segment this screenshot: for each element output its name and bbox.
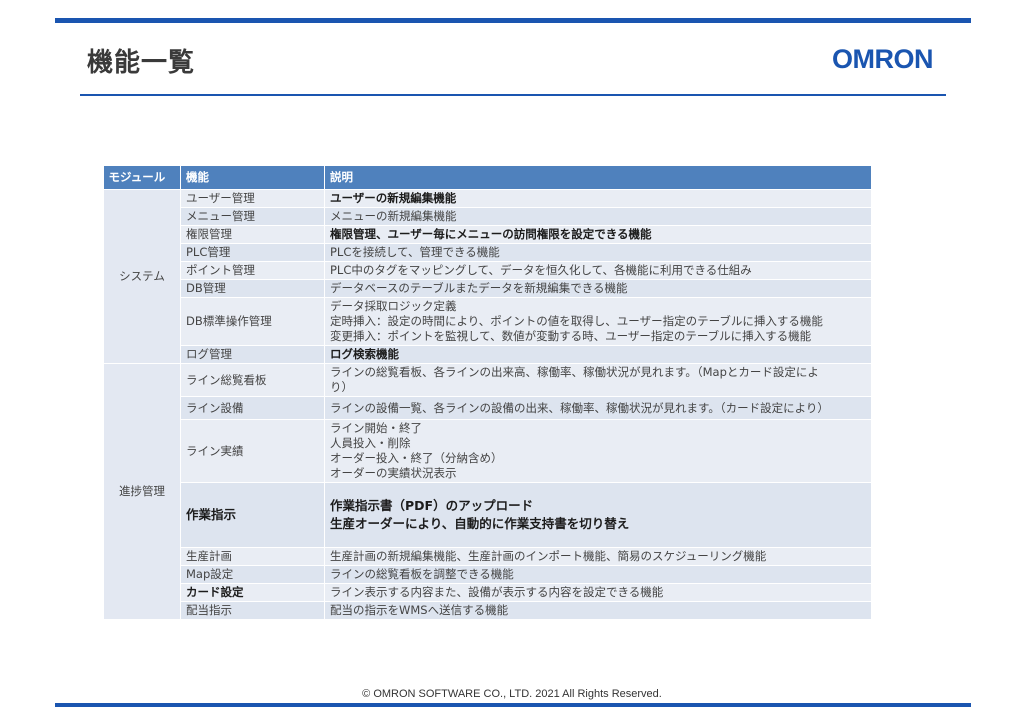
table-row: 配当指示 配当の指示をWMSへ送信する機能 <box>104 601 871 619</box>
function-name: ライン実績 <box>180 419 325 483</box>
function-description: ログ検索機能 <box>324 345 871 364</box>
description-line: ライン開始・終了 <box>330 421 422 435</box>
description-line: ラインの総覧看板、各ラインの出来高、稼働率、稼働状況が見れます。（Mapとカード… <box>330 365 819 379</box>
function-name: 生産計画 <box>180 547 325 566</box>
copyright-notice: © OMRON SOFTWARE CO., LTD. 2021 All Righ… <box>362 688 662 700</box>
column-header-module: モジュール <box>103 166 181 190</box>
function-description: ラインの設備一覧、各ラインの設備の出来、稼働率、稼働状況が見れます。（カード設定… <box>324 396 871 420</box>
function-name: Map設定 <box>180 565 325 584</box>
table-row: 生産計画 生産計画の新規編集機能、生産計画のインポート機能、簡易のスケジューリン… <box>104 547 871 566</box>
description-line: 生産オーダーにより、自動的に作業支持書を切り替え <box>330 516 630 531</box>
table-row: メニュー管理 メニューの新規編集機能 <box>104 207 871 226</box>
table-row: ライン設備 ラインの設備一覧、各ラインの設備の出来、稼働率、稼働状況が見れます。… <box>104 396 871 420</box>
function-description: PLCを接続して、管理できる機能 <box>324 243 871 262</box>
function-description: ユーザーの新規編集機能 <box>324 189 871 208</box>
function-name: 作業指示 <box>180 482 325 548</box>
function-description: 生産計画の新規編集機能、生産計画のインポート機能、簡易のスケジューリング機能 <box>324 547 871 566</box>
table-row: ポイント管理 PLC中のタグをマッピングして、データを恒久化して、各機能に利用で… <box>104 261 871 280</box>
function-description: 権限管理、ユーザー毎にメニューの訪問権限を設定できる機能 <box>324 225 871 244</box>
table-row: ライン実績 ライン開始・終了 人員投入・削除 オーダー投入・終了（分納含め） オ… <box>104 419 871 483</box>
table-row: ログ管理 ログ検索機能 <box>104 345 871 364</box>
function-description: メニューの新規編集機能 <box>324 207 871 226</box>
module-system: システム <box>103 189 181 364</box>
column-header-function: 機能 <box>180 166 325 190</box>
table-row: DB標準操作管理 データ採取ロジック定義 定時挿入：設定の時間により、ポイントの… <box>104 297 871 346</box>
function-description: ライン開始・終了 人員投入・削除 オーダー投入・終了（分納含め） オーダーの実績… <box>324 419 871 483</box>
table-row: カード設定 ライン表示する内容また、設備が表示する内容を設定できる機能 <box>104 583 871 602</box>
description-line: 人員投入・削除 <box>330 436 411 450</box>
function-description: 配当の指示をWMSへ送信する機能 <box>324 601 871 619</box>
function-name: DB標準操作管理 <box>180 297 325 346</box>
table-row: 権限管理 権限管理、ユーザー毎にメニューの訪問権限を設定できる機能 <box>104 225 871 244</box>
function-name: 権限管理 <box>180 225 325 244</box>
omron-logo: OMRON <box>832 44 934 74</box>
description-line: り） <box>330 380 353 394</box>
function-description: データ採取ロジック定義 定時挿入：設定の時間により、ポイントの値を取得し、ユーザ… <box>324 297 871 346</box>
function-description: 作業指示書（PDF）のアップロード 生産オーダーにより、自動的に作業支持書を切り… <box>324 482 871 548</box>
bottom-accent-bar <box>55 703 971 707</box>
description-line: オーダーの実績状況表示 <box>330 466 457 480</box>
function-name: ユーザー管理 <box>180 189 325 208</box>
function-name: メニュー管理 <box>180 207 325 226</box>
function-name: ライン設備 <box>180 396 325 420</box>
function-description: ライン表示する内容また、設備が表示する内容を設定できる機能 <box>324 583 871 602</box>
title-underline <box>80 94 946 96</box>
description-line: データ採取ロジック定義 <box>330 299 457 313</box>
description-line: 変更挿入：ポイントを監視して、数値が変動する時、ユーザー指定のテーブルに挿入する… <box>330 329 812 343</box>
table-header-row: モジュール 機能 説明 <box>103 166 871 190</box>
page-title: 機能一覧 <box>87 48 196 78</box>
function-description: ラインの総覧看板、各ラインの出来高、稼働率、稼働状況が見れます。（Mapとカード… <box>324 363 871 397</box>
function-description: PLC中のタグをマッピングして、データを恒久化して、各機能に利用できる仕組み <box>324 261 871 280</box>
function-description: データベースのテーブルまたデータを新規編集できる機能 <box>324 279 871 298</box>
function-name: DB管理 <box>180 279 325 298</box>
function-name: 配当指示 <box>180 601 325 619</box>
function-name: PLC管理 <box>180 243 325 262</box>
description-line: 作業指示書（PDF）のアップロード <box>330 498 534 513</box>
function-description: ラインの総覧看板を調整できる機能 <box>324 565 871 584</box>
module-progress: 進捗管理 <box>103 363 181 619</box>
top-accent-bar <box>55 18 971 23</box>
table-row: DB管理 データベースのテーブルまたデータを新規編集できる機能 <box>104 279 871 298</box>
function-name: ポイント管理 <box>180 261 325 280</box>
function-name: カード設定 <box>180 583 325 602</box>
table-row: 進捗管理 ライン総覧看板 ラインの総覧看板、各ラインの出来高、稼働率、稼働状況が… <box>103 363 871 619</box>
function-name: ライン総覧看板 <box>180 363 325 397</box>
table-row: システム ユーザー管理 ユーザーの新規編集機能 <box>103 189 871 364</box>
function-name: ログ管理 <box>180 345 325 364</box>
column-header-description: 説明 <box>324 166 871 190</box>
function-table: モジュール 機能 説明 システム ユーザー管理 ユーザーの新規編集機能 メニュー… <box>103 166 871 619</box>
description-line: 定時挿入：設定の時間により、ポイントの値を取得し、ユーザー指定のテーブルに挿入す… <box>330 314 823 328</box>
description-line: オーダー投入・終了（分納含め） <box>330 451 503 465</box>
table-row: PLC管理 PLCを接続して、管理できる機能 <box>104 243 871 262</box>
table-row: Map設定 ラインの総覧看板を調整できる機能 <box>104 565 871 584</box>
table-row: 作業指示 作業指示書（PDF）のアップロード 生産オーダーにより、自動的に作業支… <box>104 482 871 548</box>
